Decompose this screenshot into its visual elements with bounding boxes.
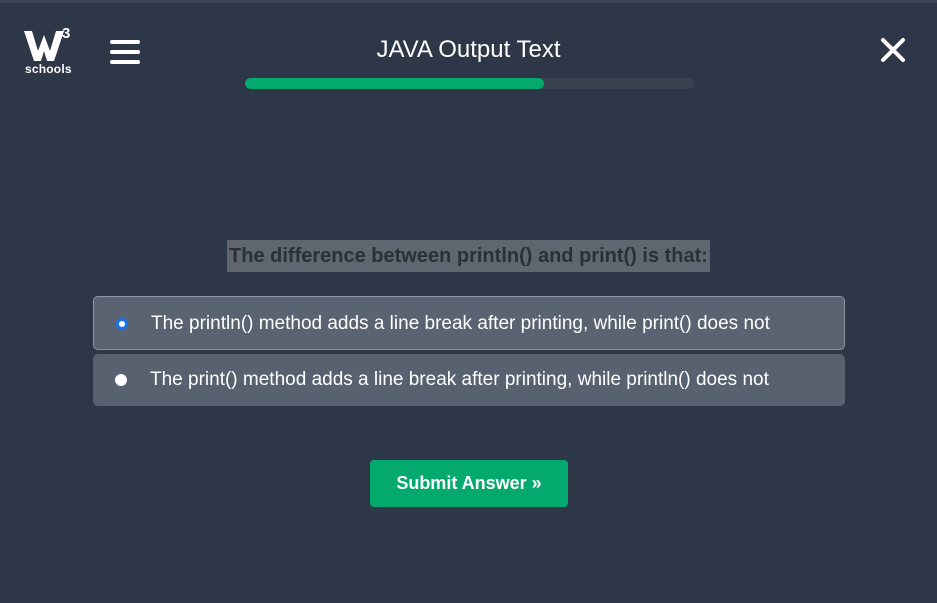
progress-fill — [245, 78, 544, 89]
radio-button[interactable] — [115, 374, 127, 386]
question-text: The difference between println() and pri… — [227, 240, 710, 272]
page-title: JAVA Output Text — [376, 36, 561, 63]
radio-button-selected[interactable] — [116, 318, 128, 330]
progress-bar — [245, 78, 694, 89]
answer-option-label: The print() method adds a line break aft… — [150, 369, 769, 390]
answer-option-2[interactable]: The print() method adds a line break aft… — [93, 354, 845, 406]
logo-text: schools — [25, 62, 72, 76]
submit-answer-button[interactable]: Submit Answer » — [370, 460, 568, 507]
answer-option-label: The println() method adds a line break a… — [151, 313, 770, 334]
close-icon[interactable] — [879, 36, 907, 64]
top-border — [0, 0, 937, 3]
answer-option-1[interactable]: The println() method adds a line break a… — [93, 296, 845, 350]
